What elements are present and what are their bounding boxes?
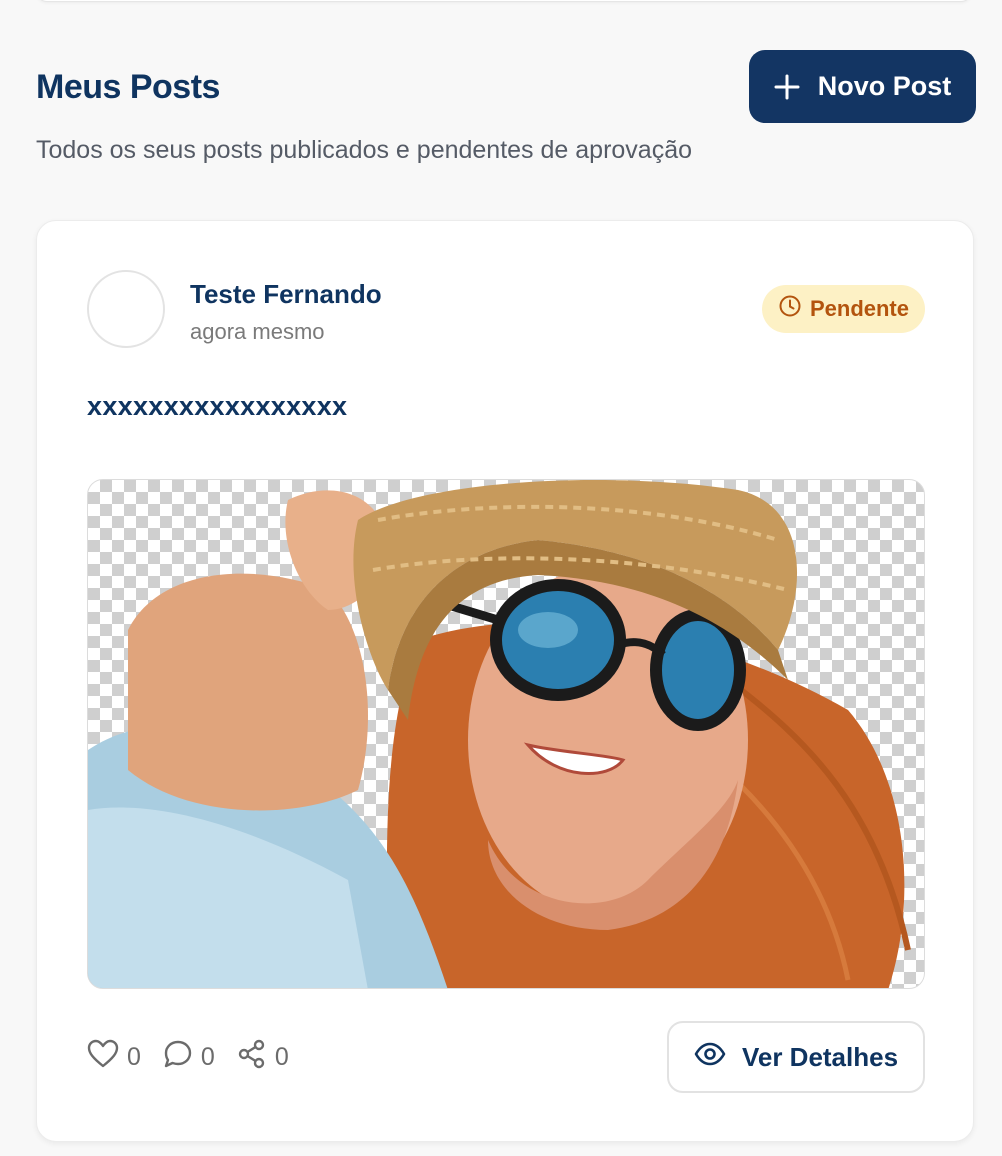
post-text: xxxxxxxxxxxxxxxxx bbox=[87, 391, 348, 421]
post-stats: 0 0 0 bbox=[87, 1039, 289, 1076]
post-image[interactable] bbox=[87, 479, 925, 989]
like-count: 0 bbox=[127, 1043, 141, 1071]
woman-hat-photo bbox=[88, 480, 911, 988]
view-details-label: Ver Detalhes bbox=[741, 1041, 899, 1072]
comment-stat[interactable]: 0 bbox=[163, 1039, 215, 1076]
avatar[interactable] bbox=[87, 270, 165, 348]
share-icon bbox=[237, 1039, 267, 1076]
comment-count: 0 bbox=[200, 1043, 215, 1071]
previous-card-edge bbox=[36, 0, 972, 2]
share-stat[interactable]: 0 bbox=[237, 1039, 289, 1076]
page-header: Meus Posts Todos os seus posts publicado… bbox=[36, 50, 976, 180]
view-details-button[interactable]: Ver Detalhes bbox=[667, 1021, 925, 1093]
status-badge: Pendente bbox=[761, 285, 925, 333]
post-time: agora mesmo bbox=[190, 319, 325, 344]
post-card: Teste Fernando agora mesmo Pendente xxxx… bbox=[36, 220, 974, 1142]
eye-icon bbox=[694, 1042, 726, 1073]
page-title: Meus Posts bbox=[36, 68, 220, 106]
heart-icon bbox=[87, 1039, 119, 1076]
new-post-label: Novo Post bbox=[817, 71, 952, 101]
status-label: Pendente bbox=[809, 296, 909, 321]
plus-icon bbox=[774, 74, 800, 100]
new-post-button[interactable]: Novo Post bbox=[749, 50, 976, 123]
author-name[interactable]: Teste Fernando bbox=[190, 279, 382, 310]
like-stat[interactable]: 0 bbox=[87, 1039, 141, 1076]
comment-icon bbox=[163, 1039, 193, 1076]
page-subtitle: Todos os seus posts publicados e pendent… bbox=[36, 136, 693, 164]
clock-icon bbox=[778, 294, 802, 324]
share-count: 0 bbox=[274, 1043, 289, 1071]
